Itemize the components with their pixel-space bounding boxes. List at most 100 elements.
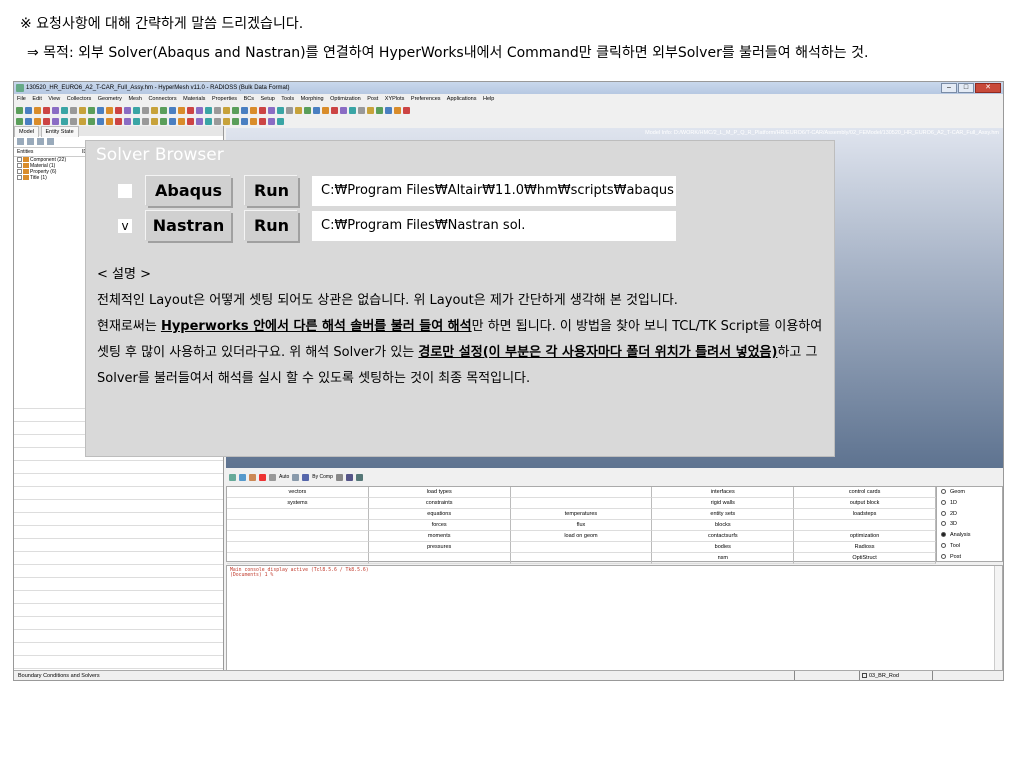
toolbar-tool-icon[interactable]	[25, 107, 32, 114]
radio-icon[interactable]	[941, 489, 946, 495]
menu-systems-button[interactable]: systems	[227, 498, 369, 509]
tree-header-entities[interactable]: Entities	[17, 149, 33, 155]
toolbar-tool-icon[interactable]	[277, 118, 284, 125]
toolbar-tool-icon[interactable]	[25, 118, 32, 125]
toolbar-tool-icon[interactable]	[250, 107, 257, 114]
toolbar-tool-icon[interactable]	[205, 118, 212, 125]
browser-tool-icon[interactable]	[17, 138, 24, 145]
expand-icon[interactable]	[17, 169, 22, 175]
toolbar-tool-icon[interactable]	[223, 118, 230, 125]
toolbar-tool-icon[interactable]	[52, 118, 59, 125]
menu-mesh[interactable]: Mesh	[128, 96, 141, 102]
menu-load-on-geom-button[interactable]: load on geom	[510, 531, 653, 542]
toolbar-tool-icon[interactable]	[223, 107, 230, 114]
menu-geometry[interactable]: Geometry	[98, 96, 122, 102]
toolbar-tool-icon[interactable]	[214, 118, 221, 125]
toolbar-tool-icon[interactable]	[367, 107, 374, 114]
nastran-path-field[interactable]: C:₩Program Files₩Nastran sol.	[312, 211, 676, 241]
menu-vectors-button[interactable]: vectors	[227, 487, 369, 498]
toolbar-tool-icon[interactable]	[169, 118, 176, 125]
toolbar-tool-icon[interactable]	[268, 118, 275, 125]
toolbar-tool-icon[interactable]	[97, 118, 104, 125]
toolbar-tool-icon[interactable]	[277, 107, 284, 114]
nastran-checkbox[interactable]: v	[118, 219, 132, 233]
radio-icon[interactable]	[941, 510, 946, 516]
toolbar-tool-icon[interactable]	[322, 107, 329, 114]
toolbar-tool-icon[interactable]	[34, 118, 41, 125]
toolbar-tool-icon[interactable]	[124, 118, 131, 125]
menu-interfaces-button[interactable]: interfaces	[652, 487, 795, 498]
minimize-button[interactable]: –	[941, 83, 957, 93]
display-icon[interactable]	[239, 473, 246, 481]
page-radio-3d[interactable]: 3D	[937, 519, 1002, 530]
menu-control-cards-button[interactable]: control cards	[794, 487, 936, 498]
toolbar-tool-icon[interactable]	[349, 107, 356, 114]
menu-optimization-button[interactable]: optimization	[794, 531, 936, 542]
toolbar-tool-icon[interactable]	[160, 107, 167, 114]
toolbar-tool-icon[interactable]	[169, 107, 176, 114]
toolbar-tool-icon[interactable]	[133, 107, 140, 114]
toolbar-tool-icon[interactable]	[151, 107, 158, 114]
page-radio-geom[interactable]: Geom	[937, 487, 1002, 498]
toolbar-tool-icon[interactable]	[313, 107, 320, 114]
toolbar-tool-icon[interactable]	[241, 107, 248, 114]
toolbar-tool-icon[interactable]	[268, 107, 275, 114]
menu-connectors[interactable]: Connectors	[148, 96, 176, 102]
abaqus-run-button[interactable]: Run	[245, 176, 298, 206]
toolbar-tool-icon[interactable]	[187, 118, 194, 125]
toolbar-tool-icon[interactable]	[97, 107, 104, 114]
radio-icon[interactable]	[941, 543, 946, 549]
toolbar-tool-icon[interactable]	[304, 107, 311, 114]
toolbar-tool-icon[interactable]	[160, 118, 167, 125]
tab-model[interactable]: Model	[14, 126, 39, 137]
by-comp-dropdown[interactable]: By Comp	[312, 474, 333, 480]
menu-xyplots[interactable]: XYPlots	[385, 96, 405, 102]
display-icon[interactable]	[249, 473, 256, 481]
delete-icon[interactable]	[259, 473, 266, 481]
menu-constraints-button[interactable]: constraints	[368, 498, 511, 509]
menu-edit[interactable]: Edit	[32, 96, 41, 102]
toolbar-tool-icon[interactable]	[70, 118, 77, 125]
toolbar-tool-icon[interactable]	[16, 118, 23, 125]
toolbar-tool-icon[interactable]	[151, 118, 158, 125]
page-radio-tool[interactable]: Tool	[937, 541, 1002, 552]
toolbar-tool-icon[interactable]	[43, 107, 50, 114]
toolbar-tool-icon[interactable]	[88, 107, 95, 114]
toolbar-tool-icon[interactable]	[88, 118, 95, 125]
abaqus-solver-button[interactable]: Abaqus	[146, 176, 231, 206]
expand-icon[interactable]	[17, 157, 22, 163]
abaqus-path-field[interactable]: C:₩Program Files₩Altair₩11.0₩hm₩scripts₩…	[312, 176, 676, 206]
menu-file[interactable]: File	[17, 96, 26, 102]
expand-icon[interactable]	[17, 175, 22, 181]
browser-tool-icon[interactable]	[47, 138, 54, 145]
current-component[interactable]: 03_BR_Rod	[859, 671, 932, 680]
radio-icon[interactable]	[941, 553, 946, 559]
menu-flux-button[interactable]: flux	[510, 520, 653, 531]
toolbar-tool-icon[interactable]	[142, 118, 149, 125]
toolbar-tool-icon[interactable]	[331, 107, 338, 114]
toolbar-tool-icon[interactable]	[232, 118, 239, 125]
menu-equations-button[interactable]: equations	[368, 509, 511, 520]
abaqus-checkbox[interactable]	[118, 184, 132, 198]
menu-moments-button[interactable]: moments	[368, 531, 511, 542]
menu-pressures-button[interactable]: pressures	[368, 542, 511, 553]
expand-icon[interactable]	[17, 163, 22, 169]
toolbar-tool-icon[interactable]	[133, 118, 140, 125]
menu-optimization[interactable]: Optimization	[330, 96, 361, 102]
page-radio-post[interactable]: Post	[937, 552, 1002, 563]
page-radio-analysis[interactable]: Analysis	[937, 530, 1002, 541]
toolbar-tool-icon[interactable]	[124, 107, 131, 114]
menu-collectors[interactable]: Collectors	[67, 96, 91, 102]
menu-temperatures-button[interactable]: temperatures	[510, 509, 653, 520]
display-icon[interactable]	[269, 473, 276, 481]
menu-loadsteps-button[interactable]: loadsteps	[794, 509, 936, 520]
menu-output-block-button[interactable]: output block	[794, 498, 936, 509]
toolbar-tool-icon[interactable]	[403, 107, 410, 114]
close-button[interactable]: ✕	[975, 83, 1001, 93]
toolbar-tool-icon[interactable]	[61, 118, 68, 125]
display-icon[interactable]	[292, 473, 300, 481]
menu-optistruct-button[interactable]: OptiStruct	[794, 553, 936, 564]
display-icon[interactable]	[335, 473, 343, 481]
page-radio-2d[interactable]: 2D	[937, 509, 1002, 520]
menu-properties[interactable]: Properties	[212, 96, 237, 102]
